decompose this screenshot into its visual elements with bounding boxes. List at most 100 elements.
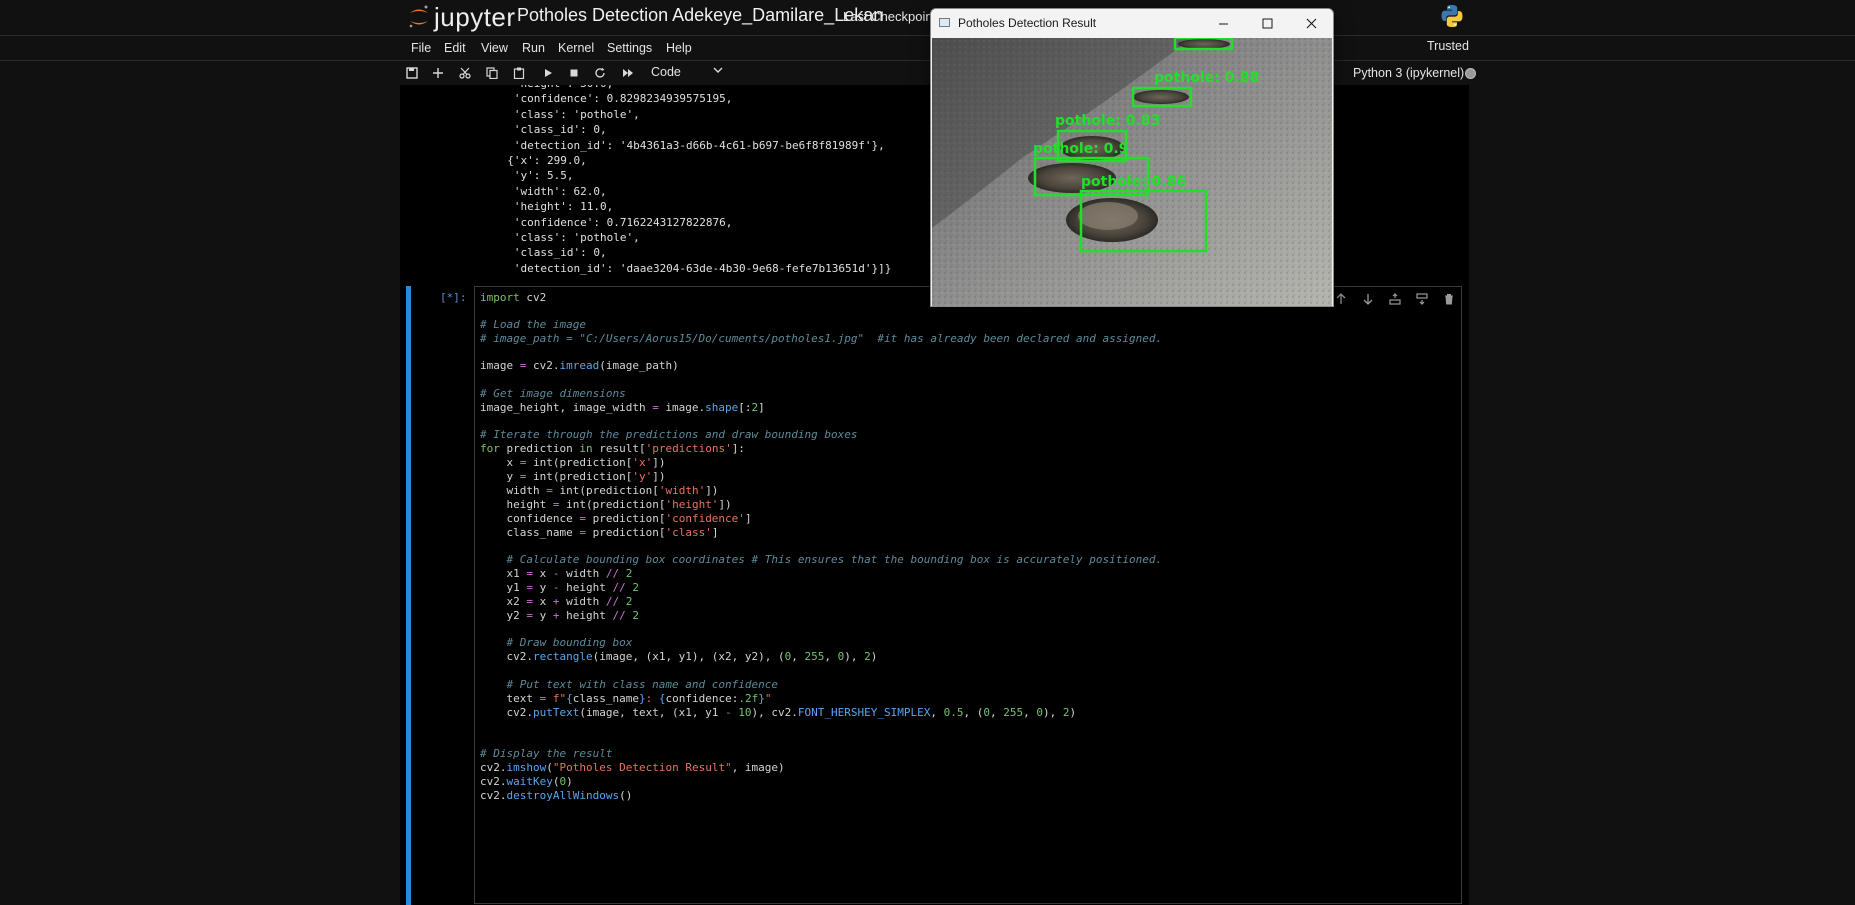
maximize-icon <box>1262 18 1272 29</box>
interrupt-button[interactable] <box>566 65 582 81</box>
code-line-17: confidence = prediction['confidence'] <box>480 512 752 525</box>
code-line-4: # image_path = "C:/Users/Aorus15/Do/cume… <box>480 332 1163 345</box>
code-editor[interactable]: import cv2 # Load the image # image_path… <box>474 286 1462 904</box>
insert-above-button[interactable] <box>1388 292 1402 306</box>
insert-above-icon <box>1389 293 1401 305</box>
code-line-27: cv2.rectangle(image, (x1, y1), (x2, y2),… <box>480 650 878 663</box>
code-line-3: # Load the image <box>480 318 586 331</box>
trusted-indicator[interactable]: Trusted <box>1427 39 1469 53</box>
arrow-up-icon <box>1336 293 1346 304</box>
menu-kernel[interactable]: Kernel <box>558 41 594 55</box>
restart-icon <box>595 67 605 78</box>
pothole-shape <box>1178 39 1230 49</box>
run-button[interactable] <box>540 65 556 81</box>
code-line-11: # Iterate through the predictions and dr… <box>480 428 858 441</box>
output-line: {'x': 299.0, <box>494 154 587 167</box>
code-line-29: # Put text with class name and confidenc… <box>480 678 779 691</box>
output-line: 'class_id': 0, <box>494 123 607 137</box>
add-cell-button[interactable] <box>430 65 446 81</box>
code-line-6: image = cv2.imread(image_path) <box>480 359 679 372</box>
code-line-35: cv2.imshow("Potholes Detection Result", … <box>480 761 785 774</box>
top-header: jupyter Potholes Detection Adekeye_Damil… <box>0 0 1855 35</box>
notebook-title[interactable]: Potholes Detection Adekeye_Damilare_Leka… <box>517 5 883 26</box>
detection-label: pothole: 0.9 <box>1033 141 1128 157</box>
cell-type-value: Code <box>651 65 681 79</box>
delete-cell-button[interactable] <box>1442 292 1456 306</box>
jupyter-logo-icon <box>409 5 428 28</box>
pothole-shape <box>1078 202 1138 230</box>
close-icon <box>1306 18 1316 29</box>
code-line-15: width = int(prediction['width']) <box>480 484 719 497</box>
menu-bar: File Edit View Run Kernel Settings Help … <box>0 36 1855 60</box>
code-line-18: class_name = prediction['class'] <box>480 526 719 539</box>
output-line: 'width': 62.0, <box>494 184 607 198</box>
menu-help[interactable]: Help <box>666 41 692 55</box>
menu-view[interactable]: View <box>481 41 508 55</box>
output-line: 'confidence': 0.8298234939575195, <box>494 92 733 106</box>
output-line: 'confidence': 0.7162243127822876, <box>494 215 733 229</box>
output-line: 'detection_id': 'daae3204-63de-4b30-9e68… <box>494 261 892 275</box>
code-line-26: # Draw bounding box <box>480 636 633 649</box>
cut-button[interactable] <box>457 65 473 81</box>
pothole-shape <box>1133 90 1189 104</box>
kw-import: import <box>480 291 520 304</box>
python-logo-icon <box>1440 4 1464 33</box>
copy-icon <box>486 67 498 79</box>
app-window-icon <box>939 18 950 27</box>
paste-icon <box>513 67 525 79</box>
menu-file[interactable]: File <box>411 41 431 55</box>
kernel-status-icon <box>1465 68 1476 79</box>
move-cell-down-button[interactable] <box>1361 292 1375 306</box>
save-icon <box>406 67 418 79</box>
copy-button[interactable] <box>484 65 500 81</box>
insert-below-button[interactable] <box>1415 292 1429 306</box>
output-line: 'y': 5.5, <box>494 169 574 183</box>
code-line-30: text = f"{class_name}: {confidence:.2f}" <box>480 692 772 705</box>
jupyter-logo-text: jupyter <box>434 1 516 32</box>
code-line-23: x2 = x + width // 2 <box>480 595 633 608</box>
code-line-20: # Calculate bounding box coordinates # T… <box>480 553 1163 566</box>
menu-settings[interactable]: Settings <box>607 41 652 55</box>
detection-label: pothole: 0.83 <box>1055 113 1160 129</box>
save-button[interactable] <box>404 65 420 81</box>
code-line-34: # Display the result <box>480 747 613 760</box>
restart-button[interactable] <box>592 65 608 81</box>
stop-icon <box>570 69 578 77</box>
arrow-down-icon <box>1363 294 1373 305</box>
code-line-36: cv2.waitKey(0) <box>480 775 573 788</box>
code-line-1: import cv2 <box>480 291 547 304</box>
detection-image: pothole: 0.88 pothole: 0.83 pothole: 0.9… <box>932 38 1332 306</box>
code-line-9: image_height, image_width = image.shape[… <box>480 401 765 414</box>
code-line-12: for prediction in result['predictions']: <box>480 442 745 455</box>
result-window-titlebar[interactable]: Potholes Detection Result <box>931 9 1333 38</box>
code-line-21: x1 = x - width // 2 <box>480 567 633 580</box>
output-line: 'class_id': 0, <box>494 246 607 260</box>
result-window-title: Potholes Detection Result <box>958 16 1097 30</box>
insert-below-icon <box>1416 293 1428 305</box>
output-line: 'detection_id': '4b4361a3-d66b-4c61-b697… <box>494 138 885 152</box>
code-line-22: y1 = y - height // 2 <box>480 581 639 594</box>
code-line-16: height = int(prediction['height']) <box>480 498 732 511</box>
detection-label: pothole: 0.86 <box>1081 174 1186 190</box>
cell-type-select[interactable]: Code <box>651 64 723 81</box>
menu-run[interactable]: Run <box>522 41 545 55</box>
active-cell-indicator <box>406 286 411 905</box>
paste-button[interactable] <box>511 65 527 81</box>
notebook-toolbar: Code Python 3 (ipykernel) <box>0 61 1855 85</box>
output-line: 'class': 'pothole', <box>494 107 640 121</box>
code-line-13: x = int(prediction['x']) <box>480 456 666 469</box>
minimize-button[interactable] <box>1201 9 1245 38</box>
restart-run-all-button[interactable] <box>620 65 636 81</box>
chevron-down-icon <box>713 67 723 73</box>
result-window[interactable]: Potholes Detection Result pothole: 0.88 … <box>930 8 1334 307</box>
output-line: 'height': 11.0, <box>494 200 614 214</box>
minimize-icon <box>1218 23 1228 25</box>
menu-edit[interactable]: Edit <box>444 41 466 55</box>
code-line-24: y2 = y + height // 2 <box>480 609 639 622</box>
kernel-name[interactable]: Python 3 (ipykernel) <box>1353 66 1464 80</box>
jupyter-logo[interactable]: jupyter <box>408 2 516 32</box>
move-cell-up-button[interactable] <box>1334 292 1348 306</box>
close-button[interactable] <box>1289 9 1333 38</box>
code-line-14: y = int(prediction['y']) <box>480 470 666 483</box>
maximize-button[interactable] <box>1245 9 1289 38</box>
